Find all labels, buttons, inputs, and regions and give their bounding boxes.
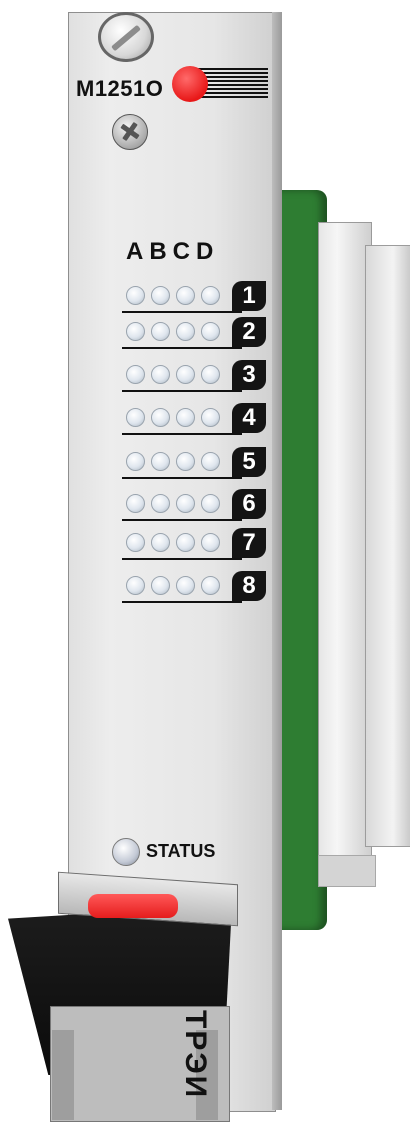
led-row: 1	[118, 278, 268, 314]
led-row: 6	[118, 486, 268, 522]
led-a	[126, 576, 145, 595]
led-a	[126, 452, 145, 471]
led-a	[126, 408, 145, 427]
brand-label: ТРЭИ	[179, 1010, 212, 1100]
led-d	[201, 494, 220, 513]
connector-pins-block	[365, 245, 410, 847]
phillips-screw-icon[interactable]	[112, 114, 148, 150]
led-b	[151, 452, 170, 471]
led-row: 8	[118, 568, 268, 604]
top-screw-icon[interactable]	[98, 12, 154, 62]
handle-leg-left	[52, 1030, 74, 1120]
led-b	[151, 286, 170, 305]
led-c	[176, 322, 195, 341]
connector-base	[318, 855, 376, 887]
red-indicator-led	[172, 66, 208, 102]
led-d	[201, 286, 220, 305]
led-c	[176, 286, 195, 305]
status-led	[112, 838, 140, 866]
row-number: 6	[232, 489, 266, 519]
led-b	[151, 365, 170, 384]
led-c	[176, 576, 195, 595]
led-row: 5	[118, 444, 268, 480]
led-a	[126, 365, 145, 384]
led-c	[176, 494, 195, 513]
led-row: 3	[118, 357, 268, 393]
row-number: 8	[232, 571, 266, 601]
led-d	[201, 576, 220, 595]
led-c	[176, 452, 195, 471]
panel-side-edge	[272, 12, 282, 1110]
row-number: 1	[232, 281, 266, 311]
led-d	[201, 533, 220, 552]
led-b	[151, 576, 170, 595]
led-b	[151, 494, 170, 513]
led-row: 2	[118, 314, 268, 350]
led-b	[151, 322, 170, 341]
led-c	[176, 365, 195, 384]
row-number: 7	[232, 528, 266, 558]
led-b	[151, 533, 170, 552]
row-number: 5	[232, 447, 266, 477]
status-label: STATUS	[146, 841, 216, 861]
led-a	[126, 533, 145, 552]
led-a	[126, 322, 145, 341]
led-d	[201, 452, 220, 471]
led-b	[151, 408, 170, 427]
led-row: 4	[118, 400, 268, 436]
row-number: 2	[232, 317, 266, 347]
led-a	[126, 286, 145, 305]
led-c	[176, 533, 195, 552]
row-number: 4	[232, 403, 266, 433]
led-d	[201, 365, 220, 384]
led-a	[126, 494, 145, 513]
model-label: M1251O	[76, 76, 164, 101]
led-row: 7	[118, 525, 268, 561]
led-d	[201, 408, 220, 427]
column-header: ABCD	[126, 238, 220, 265]
led-d	[201, 322, 220, 341]
led-c	[176, 408, 195, 427]
backplane-connector	[318, 222, 372, 864]
release-button[interactable]	[88, 894, 178, 918]
row-number: 3	[232, 360, 266, 390]
